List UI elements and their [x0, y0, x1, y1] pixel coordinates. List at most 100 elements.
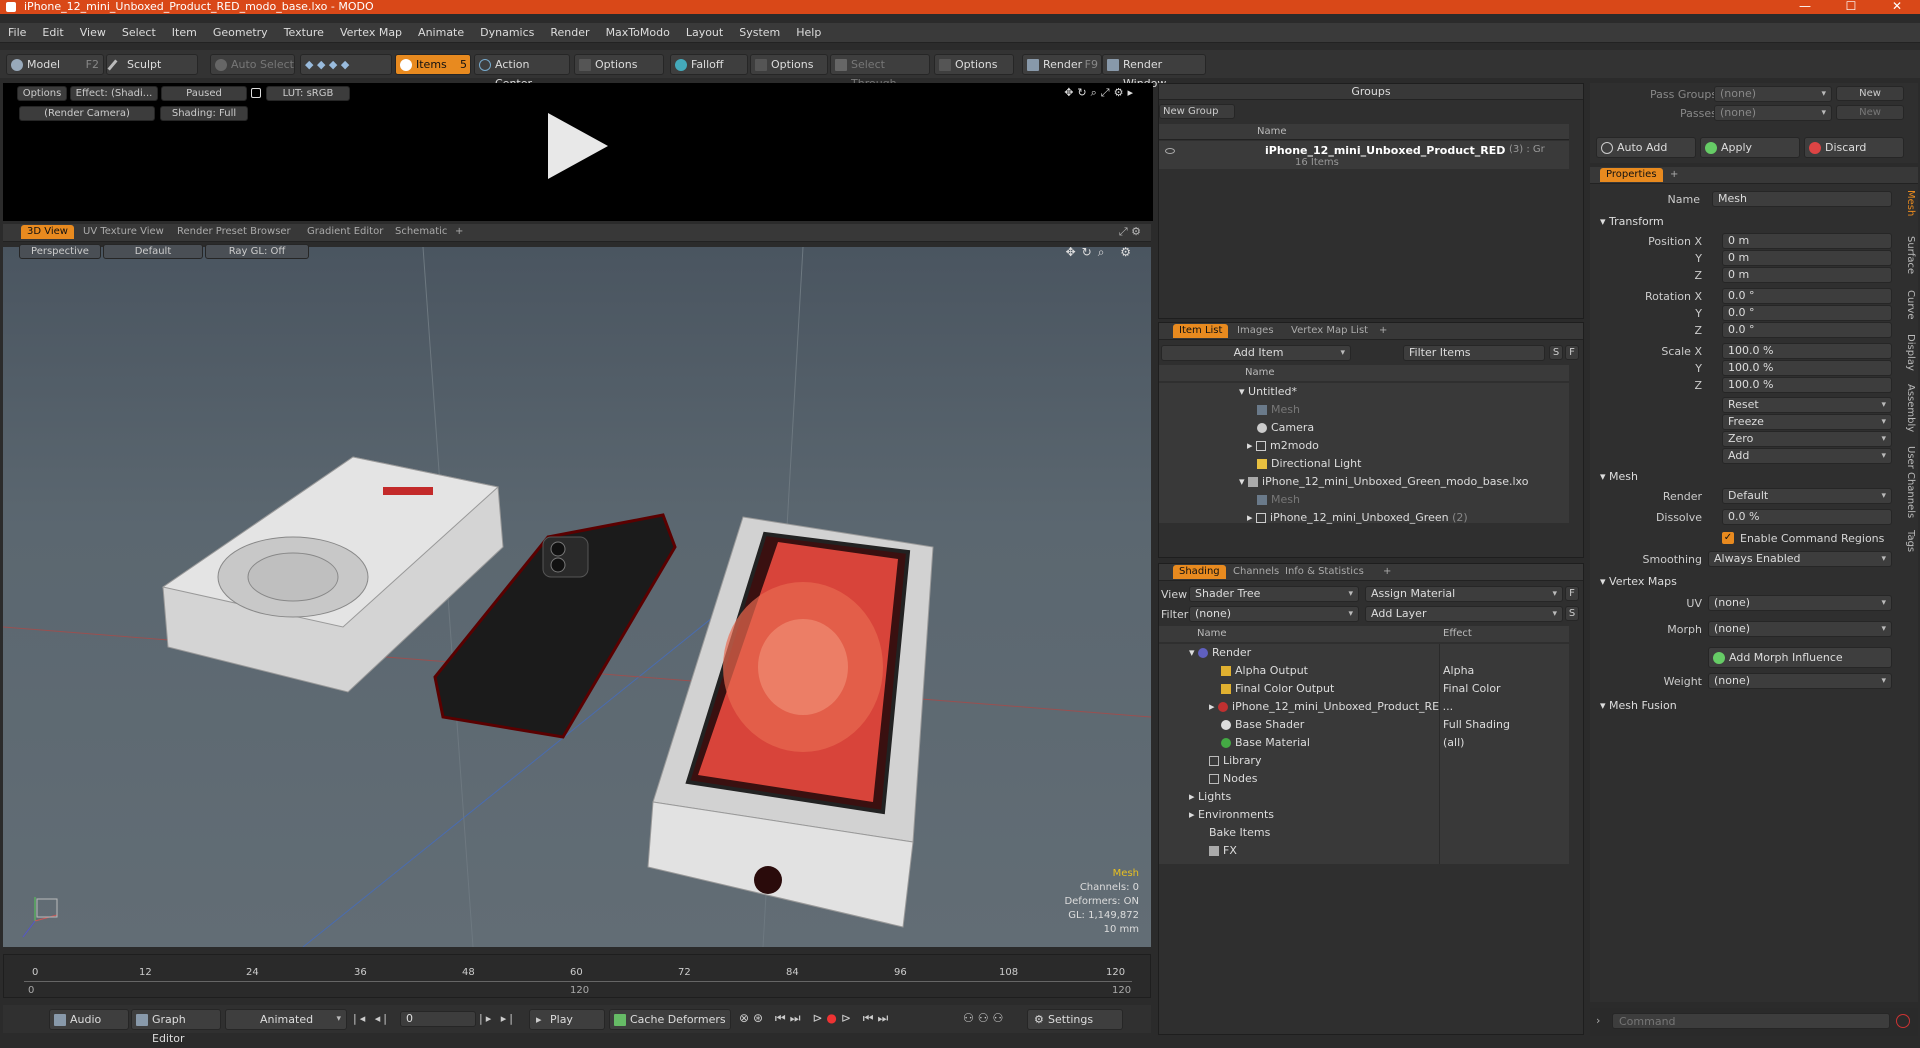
animated-dropdown[interactable]: Animated — [225, 1009, 347, 1030]
rotation-y-input[interactable]: 0.0 ° — [1722, 305, 1892, 321]
add-dropdown[interactable]: Add — [1722, 448, 1892, 464]
shader-row[interactable]: ▸ iPhone_12_mini_Unboxed_Product_RE ... — [1209, 698, 1453, 716]
action-center-button[interactable]: Action Center — [474, 54, 570, 90]
add-tab-button[interactable]: + — [1664, 168, 1684, 182]
menu-system[interactable]: System — [731, 23, 788, 43]
shader-row[interactable]: ▸ Environments — [1189, 806, 1274, 824]
keyframe-icons[interactable]: ⚇⚇⚇ — [963, 1011, 1007, 1025]
list-item[interactable]: ▾ Untitled* — [1239, 383, 1297, 401]
add-tab-button[interactable]: + — [1377, 565, 1397, 579]
tab-images[interactable]: Images — [1231, 324, 1280, 338]
render-dropdown[interactable]: Default — [1722, 488, 1892, 504]
apply-button[interactable]: Apply — [1700, 137, 1800, 158]
list-item[interactable]: Mesh — [1257, 401, 1300, 419]
list-item[interactable]: Camera — [1257, 419, 1314, 437]
shader-row[interactable]: ▸ Lights — [1189, 788, 1231, 806]
shader-effect[interactable]: Full Shading — [1443, 716, 1510, 734]
add-tab-button[interactable]: + — [1373, 324, 1393, 338]
new-group-button[interactable]: New Group — [1159, 104, 1235, 119]
timeline[interactable]: 0 12 24 36 48 60 72 84 96 108 120 0 120 … — [3, 954, 1151, 998]
shader-row[interactable]: Base Material — [1221, 734, 1310, 752]
morph-dropdown[interactable]: (none) — [1708, 621, 1892, 637]
preview-paused-button[interactable]: Paused — [161, 86, 247, 101]
view-dropdown[interactable]: Shader Tree — [1189, 586, 1359, 602]
render-preview[interactable]: Options Effect: (Shadi... Paused LUT: sR… — [3, 83, 1153, 221]
tab-3d-view[interactable]: 3D View — [21, 225, 74, 239]
shader-effect[interactable]: Alpha — [1443, 662, 1474, 680]
model-mode-button[interactable]: Model F2 — [6, 54, 104, 75]
falloff-button[interactable]: Falloff — [670, 54, 748, 75]
side-tab-tags[interactable]: Tags — [1900, 530, 1916, 552]
side-tab-curve[interactable]: Curve — [1900, 290, 1916, 320]
discard-button[interactable]: Discard — [1804, 137, 1904, 158]
step-forward-icons[interactable]: |▸ ▸| — [479, 1012, 516, 1025]
graph-editor-button[interactable]: Graph Editor — [131, 1009, 221, 1045]
scale-x-input[interactable]: 100.0 % — [1722, 343, 1892, 359]
menu-layout[interactable]: Layout — [678, 23, 731, 43]
zero-dropdown[interactable]: Zero — [1722, 431, 1892, 447]
tab-item-list[interactable]: Item List — [1173, 324, 1229, 338]
tab-properties[interactable]: Properties — [1600, 168, 1663, 182]
menu-help[interactable]: Help — [788, 23, 829, 43]
tab-gradient-editor[interactable]: Gradient Editor — [301, 225, 389, 239]
minimize-button[interactable]: — — [1782, 0, 1828, 14]
range-start[interactable]: 0 — [28, 985, 34, 996]
preview-nav-icons[interactable]: ✥↻⌕⤢⚙▸ — [1064, 86, 1137, 100]
menu-view[interactable]: View — [72, 23, 114, 43]
mesh-section[interactable]: ▾ Mesh — [1600, 470, 1638, 483]
shader-row[interactable]: Bake Items — [1209, 824, 1270, 842]
tab-shading[interactable]: Shading — [1173, 565, 1226, 579]
menu-texture[interactable]: Texture — [276, 23, 332, 43]
shader-effect[interactable]: (all) — [1443, 734, 1464, 752]
position-x-input[interactable]: 0 m — [1722, 233, 1892, 249]
shader-effect[interactable]: Final Color — [1443, 680, 1501, 698]
options-button-1[interactable]: Options — [574, 54, 664, 75]
name-input[interactable]: Mesh — [1712, 191, 1892, 207]
play-button[interactable]: ▸ Play — [529, 1009, 605, 1030]
options-button-3[interactable]: Options — [934, 54, 1014, 75]
shader-row[interactable]: Nodes — [1209, 770, 1257, 788]
filter-items-input[interactable]: Filter Items — [1403, 345, 1545, 361]
position-y-input[interactable]: 0 m — [1722, 250, 1892, 266]
list-item[interactable]: ▸ m2modo — [1247, 437, 1319, 455]
audio-button[interactable]: Audio — [49, 1009, 129, 1030]
tab-schematic[interactable]: Schematic — [389, 225, 453, 239]
uv-dropdown[interactable]: (none) — [1708, 595, 1892, 611]
group-row[interactable]: iPhone_12_mini_Unboxed_Product_RED (3) :… — [1159, 141, 1569, 169]
render-button[interactable]: Render F9 — [1022, 54, 1102, 75]
filter-dropdown[interactable]: (none) — [1189, 606, 1359, 622]
passes-dropdown[interactable]: (none) — [1714, 105, 1832, 121]
cache-deformers-button[interactable]: Cache Deformers — [609, 1009, 731, 1030]
list-item[interactable]: Directional Light — [1257, 455, 1361, 473]
tab-channels[interactable]: Channels — [1227, 565, 1285, 579]
pass-groups-dropdown[interactable]: (none) — [1714, 86, 1832, 102]
side-tab-surface[interactable]: Surface — [1900, 236, 1916, 274]
weight-dropdown[interactable]: (none) — [1708, 673, 1892, 689]
dissolve-input[interactable]: 0.0 % — [1722, 509, 1892, 525]
tab-uv-texture-view[interactable]: UV Texture View — [77, 225, 170, 239]
new-pass-group-button[interactable]: New — [1836, 86, 1904, 101]
preview-effect-dropdown[interactable]: Effect: (Shadi... — [70, 86, 158, 101]
transform-section[interactable]: ▾ Transform — [1600, 215, 1664, 228]
close-button[interactable]: ✕ — [1874, 0, 1920, 14]
add-morph-influence-button[interactable]: Add Morph Influence — [1708, 647, 1892, 668]
menu-file[interactable]: File — [0, 23, 34, 43]
side-tab-assembly[interactable]: Assembly — [1900, 384, 1916, 432]
shading-dropdown[interactable]: Shading: Full — [160, 106, 248, 121]
list-item[interactable]: ▸ iPhone_12_mini_Unboxed_Green (2) — [1247, 509, 1468, 527]
assign-material-dropdown[interactable]: Assign Material — [1365, 586, 1563, 602]
frame-input[interactable]: 0 — [400, 1011, 476, 1027]
position-z-input[interactable]: 0 m — [1722, 267, 1892, 283]
mesh-fusion-section[interactable]: ▾ Mesh Fusion — [1600, 699, 1677, 712]
shader-row[interactable]: Library — [1209, 752, 1261, 770]
key-controls-icons[interactable]: ⊗⊛ ⏮⏭ ⊳●⊳ ⏮⏭ — [739, 1011, 892, 1026]
play-icon[interactable] — [548, 113, 608, 179]
enable-command-checkbox[interactable]: ✓ — [1722, 532, 1734, 544]
tab-render-preset-browser[interactable]: Render Preset Browser — [171, 225, 297, 239]
lock-icon[interactable] — [251, 88, 261, 98]
shading-f-button[interactable]: F — [1565, 586, 1579, 601]
scale-y-input[interactable]: 100.0 % — [1722, 360, 1892, 376]
item-f-button[interactable]: F — [1565, 345, 1579, 360]
smoothing-dropdown[interactable]: Always Enabled — [1708, 551, 1892, 567]
sculpt-mode-button[interactable]: Sculpt — [106, 54, 198, 75]
